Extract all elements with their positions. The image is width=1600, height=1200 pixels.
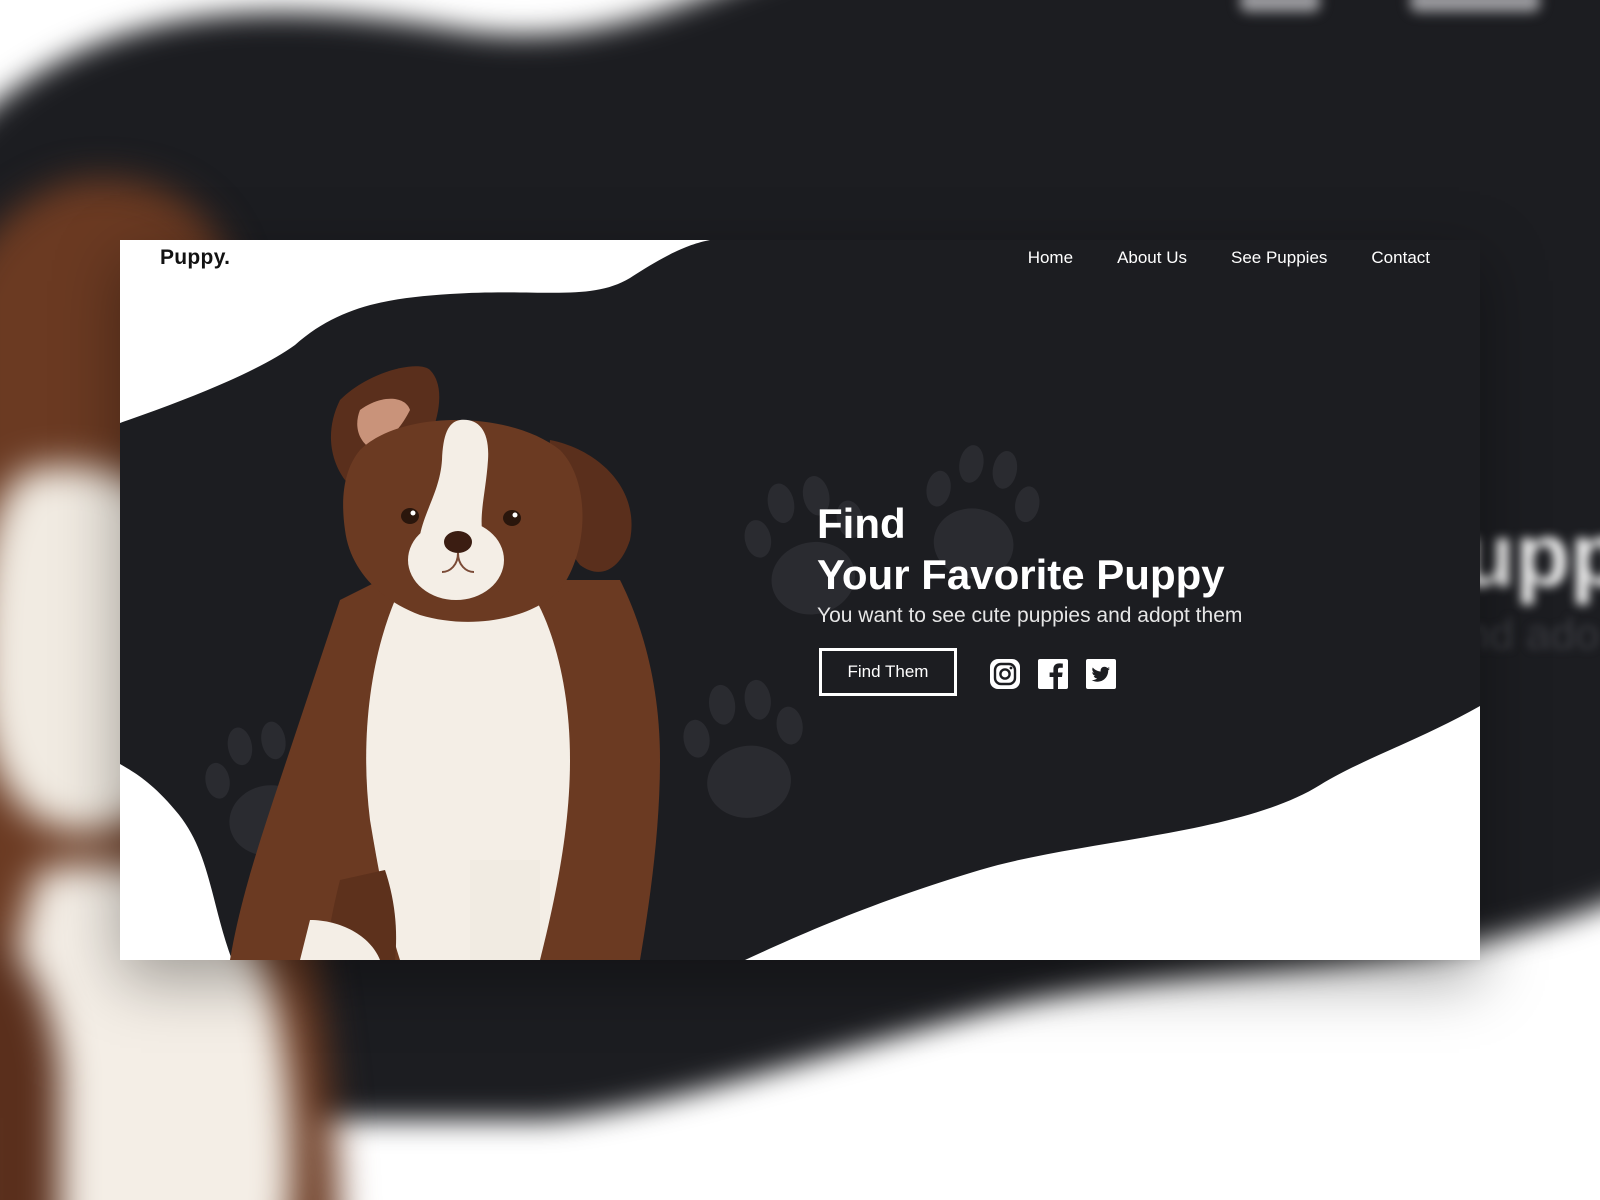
background-title-fragment: upp	[1460, 506, 1600, 606]
hero-title-line-1: Find	[817, 500, 906, 547]
puppy-photo	[230, 366, 660, 960]
brand-logo[interactable]: Puppy.	[160, 246, 230, 270]
landing-card: Puppy. Home About Us See Puppies Contact	[120, 240, 1480, 960]
twitter-icon[interactable]	[1086, 659, 1116, 689]
hero-title: Find Your Favorite Puppy	[817, 498, 1225, 600]
hero-subtitle: You want to see cute puppies and adopt t…	[817, 604, 1243, 627]
instagram-icon[interactable]	[990, 659, 1020, 689]
nav-see-puppies[interactable]: See Puppies	[1231, 248, 1327, 268]
background-nav-blur	[1240, 0, 1320, 12]
social-links	[990, 659, 1116, 689]
top-navigation: Home About Us See Puppies Contact	[1028, 248, 1430, 268]
background-subtitle-fragment: nd ado	[1465, 610, 1600, 659]
find-them-button[interactable]: Find Them	[819, 648, 957, 696]
nav-home[interactable]: Home	[1028, 248, 1073, 268]
nav-contact[interactable]: Contact	[1371, 248, 1430, 268]
hero-title-line-2: Your Favorite Puppy	[817, 551, 1225, 598]
background-nav-blur	[1410, 0, 1540, 12]
nav-about-us[interactable]: About Us	[1117, 248, 1187, 268]
facebook-icon[interactable]	[1038, 659, 1068, 689]
